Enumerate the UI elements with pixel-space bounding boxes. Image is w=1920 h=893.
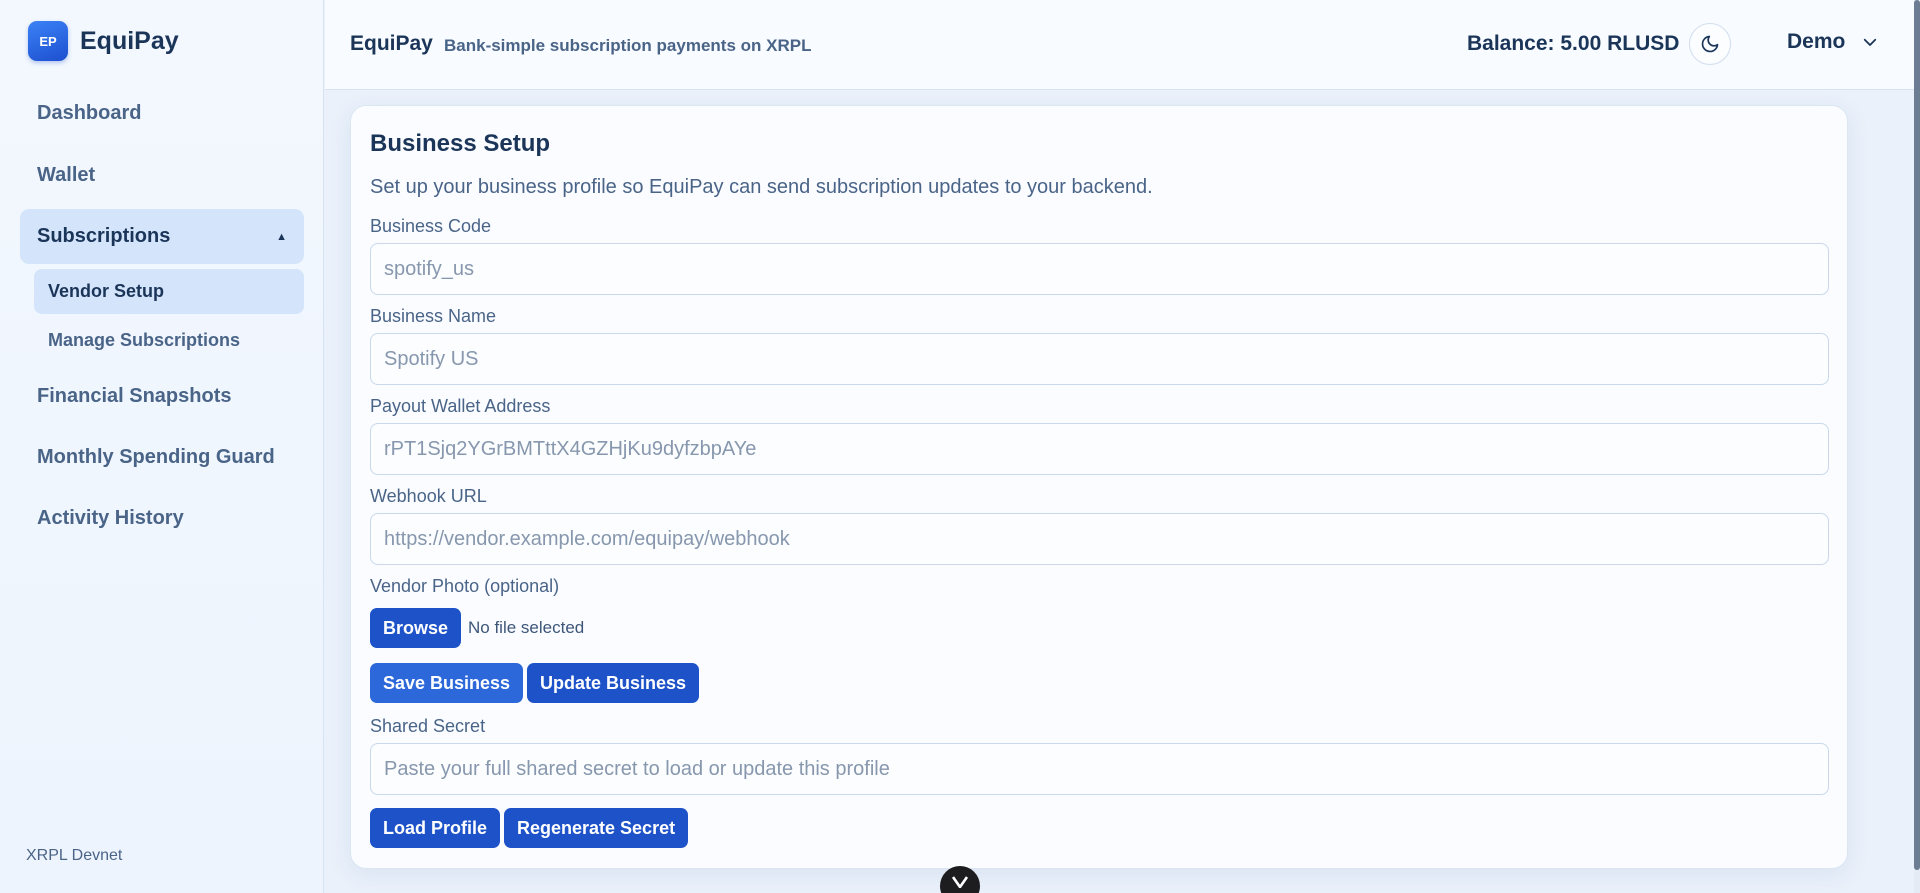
sidebar-item-monthly-spending-guard[interactable]: Monthly Spending Guard [37, 446, 275, 469]
theme-toggle-button[interactable] [1689, 23, 1731, 65]
shared-secret-label: Shared Secret [370, 716, 486, 736]
webhook-url-input[interactable] [370, 513, 1829, 565]
webhook-url-label: Webhook URL [370, 486, 487, 506]
sidebar-item-financial-snapshots[interactable]: Financial Snapshots [37, 385, 231, 408]
page-title: Business Setup [370, 130, 551, 157]
user-menu[interactable]: Demo [1787, 30, 1879, 54]
sidebar-item-vendor-setup[interactable]: Vendor Setup [34, 269, 304, 314]
balance-display: Balance: 5.00 RLUSD [1467, 32, 1680, 55]
shared-secret-input[interactable] [370, 743, 1829, 795]
payout-wallet-input[interactable] [370, 423, 1829, 475]
file-status: No file selected [468, 618, 585, 637]
sidebar-group-subscriptions[interactable]: Subscriptions ▲ [20, 209, 304, 264]
business-name-input[interactable] [370, 333, 1829, 385]
sidebar-group-label: Subscriptions [37, 225, 171, 247]
sidebar-item-manage-subscriptions[interactable]: Manage Subscriptions [34, 318, 304, 363]
regenerate-secret-button[interactable]: Regenerate Secret [504, 808, 689, 848]
network-label: XRPL Devnet [26, 847, 123, 864]
app: EP EquiPay Dashboard Wallet Subscription… [0, 0, 1920, 893]
vendor-photo-label: Vendor Photo (optional) [370, 576, 560, 596]
business-code-input[interactable] [370, 243, 1829, 295]
brand-name: EquiPay [80, 26, 179, 55]
header-subtitle: Bank-simple subscription payments on XRP… [444, 36, 812, 55]
business-code-label: Business Code [370, 216, 492, 236]
brand-logo: EP [28, 21, 68, 61]
scrollbar-thumb[interactable] [1914, 0, 1920, 870]
sidebar-item-wallet[interactable]: Wallet [37, 164, 95, 187]
chevron-down-icon [1861, 33, 1879, 51]
sidebar-item-dashboard[interactable]: Dashboard [37, 102, 141, 125]
business-setup-card: Business Setup Set up your business prof… [350, 105, 1848, 869]
sidebar: EP EquiPay Dashboard Wallet Subscription… [0, 0, 324, 893]
header-title: EquiPay [350, 32, 433, 55]
save-business-button[interactable]: Save Business [370, 663, 524, 703]
user-name: Demo [1787, 30, 1846, 53]
payout-wallet-label: Payout Wallet Address [370, 396, 551, 416]
v-logo-icon [952, 876, 968, 888]
top-bar: EquiPay Bank-simple subscription payment… [325, 0, 1914, 90]
moon-icon [1700, 34, 1720, 54]
update-business-button[interactable]: Update Business [527, 663, 700, 703]
business-name-label: Business Name [370, 306, 497, 326]
browse-button[interactable]: Browse [370, 608, 462, 648]
sidebar-item-activity-history[interactable]: Activity History [37, 507, 184, 530]
load-profile-button[interactable]: Load Profile [370, 808, 501, 848]
brand[interactable]: EP EquiPay [28, 21, 179, 61]
page-description: Set up your business profile so EquiPay … [370, 176, 1153, 198]
floating-action-button[interactable] [940, 866, 980, 893]
caret-up-icon: ▲ [276, 230, 287, 243]
